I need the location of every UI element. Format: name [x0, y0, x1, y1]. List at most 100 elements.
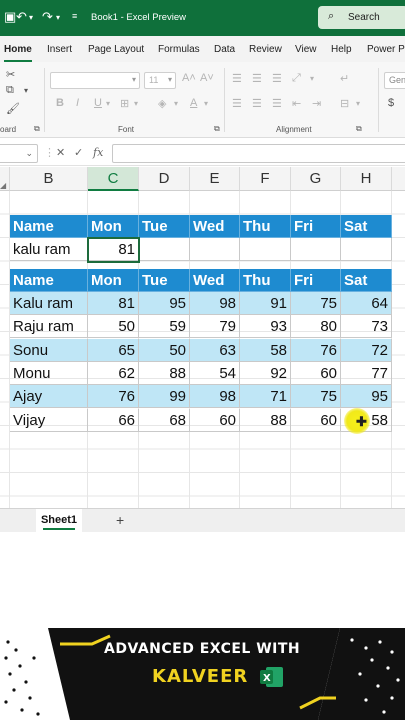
top-align-icon[interactable]: ☰ [232, 72, 242, 85]
table2-cell-e[interactable]: 79 [190, 315, 240, 339]
tab-power-pivot[interactable]: Power Pi [367, 44, 405, 55]
wrap-text-icon[interactable]: ↵ [340, 72, 349, 85]
undo-icon[interactable]: ↶ [16, 9, 27, 25]
cancel-icon[interactable]: ✕ [56, 146, 65, 159]
table2-cell-g[interactable]: 80 [291, 315, 341, 339]
align-center-icon[interactable]: ☰ [252, 97, 262, 110]
orientation-dropdown-icon[interactable]: ▾ [310, 74, 314, 83]
table2-cell-h[interactable]: 72 [341, 338, 392, 362]
table2-header-c[interactable]: Mon [88, 269, 139, 292]
table1-cell-h[interactable] [341, 238, 392, 261]
add-sheet-button[interactable]: + [116, 512, 124, 528]
table2-cell-f[interactable]: 91 [240, 292, 291, 315]
table1-header-e[interactable]: Wed [190, 215, 240, 238]
align-left-icon[interactable]: ☰ [232, 97, 242, 110]
table2-cell-g[interactable]: 75 [291, 292, 341, 315]
table1-header-h[interactable]: Sat [341, 215, 392, 238]
table2-cell-e[interactable]: 63 [190, 338, 240, 362]
save-icon[interactable]: ▣ [4, 9, 16, 25]
table2-cell-e[interactable]: 60 [190, 408, 240, 432]
tab-review[interactable]: Review [249, 44, 282, 55]
font-launcher-icon[interactable]: ⧉ [214, 124, 220, 134]
tab-data[interactable]: Data [214, 44, 235, 55]
table2-cell-c[interactable]: 62 [88, 361, 139, 385]
align-right-icon[interactable]: ☰ [272, 97, 282, 110]
table2-cell-b[interactable]: Monu [10, 361, 88, 385]
customize-toolbar-icon[interactable]: ≡ [72, 11, 77, 21]
borders-dropdown-icon[interactable]: ▾ [134, 99, 138, 108]
clipboard-launcher-icon[interactable]: ⧉ [34, 124, 40, 134]
column-header-c[interactable]: C [88, 167, 139, 191]
table2-cell-g[interactable]: 75 [291, 385, 341, 409]
tab-formulas[interactable]: Formulas [158, 44, 200, 55]
borders-icon[interactable]: ⊞ [120, 97, 129, 110]
table1-cell-e[interactable] [190, 238, 240, 261]
decrease-font-icon[interactable]: A˅ [200, 72, 214, 84]
table1-cell-f[interactable] [240, 238, 291, 261]
search-box[interactable]: ⌕ Search [318, 6, 405, 29]
table2-cell-f[interactable]: 58 [240, 338, 291, 362]
table2-cell-h[interactable]: 73 [341, 315, 392, 339]
table2-cell-g[interactable]: 60 [291, 361, 341, 385]
table2-cell-f[interactable]: 88 [240, 408, 291, 432]
table2-header-g[interactable]: Fri [291, 269, 341, 292]
font-name-dropdown[interactable]: ▾ [50, 72, 140, 89]
increase-indent-icon[interactable]: ⇥ [312, 97, 321, 110]
table1-header-b[interactable]: Name [10, 215, 88, 238]
tab-home[interactable]: Home [4, 44, 32, 55]
undo-dropdown-icon[interactable]: ▾ [29, 13, 33, 22]
tab-insert[interactable]: Insert [47, 44, 72, 55]
table2-cell-d[interactable]: 95 [139, 292, 190, 315]
table2-cell-b[interactable]: Vijay [10, 408, 88, 432]
table2-cell-c[interactable]: 81 [88, 292, 139, 315]
sheet-tab-sheet1[interactable]: Sheet1 [36, 509, 82, 533]
table2-cell-g[interactable]: 60 [291, 408, 341, 432]
font-color-dropdown-icon[interactable]: ▾ [204, 99, 208, 108]
increase-font-icon[interactable]: A˄ [182, 72, 196, 84]
table2-cell-e[interactable]: 54 [190, 361, 240, 385]
table1-cell-b[interactable]: kalu ram [10, 238, 88, 261]
underline-dropdown-icon[interactable]: ▾ [106, 99, 110, 108]
table2-cell-d[interactable]: 88 [139, 361, 190, 385]
table2-cell-d[interactable]: 99 [139, 385, 190, 409]
table1-header-g[interactable]: Fri [291, 215, 341, 238]
table2-cell-h[interactable]: 77 [341, 361, 392, 385]
table2-header-b[interactable]: Name [10, 269, 88, 292]
table2-cell-b[interactable]: Ajay [10, 385, 88, 409]
copy-icon[interactable]: ⧉ [6, 84, 14, 97]
merge-dropdown-icon[interactable]: ▾ [356, 99, 360, 108]
bottom-align-icon[interactable]: ☰ [272, 72, 282, 85]
column-header-f[interactable]: F [240, 167, 291, 191]
table2-cell-b[interactable]: Kalu ram [10, 292, 88, 315]
table1-cell-c[interactable]: 81 [88, 238, 139, 261]
table2-cell-c[interactable]: 76 [88, 385, 139, 409]
table2-header-h[interactable]: Sat [341, 269, 392, 292]
column-header-d[interactable]: D [139, 167, 190, 191]
table2-cell-f[interactable]: 92 [240, 361, 291, 385]
fill-color-dropdown-icon[interactable]: ▾ [174, 99, 178, 108]
table2-cell-b[interactable]: Raju ram [10, 315, 88, 339]
table2-header-d[interactable]: Tue [139, 269, 190, 292]
table2-cell-h[interactable]: 95 [341, 385, 392, 409]
tab-help[interactable]: Help [331, 44, 352, 55]
column-header-h[interactable]: H [341, 167, 392, 191]
number-format-dropdown[interactable]: Gen [384, 72, 405, 89]
table1-header-f[interactable]: Thu [240, 215, 291, 238]
italic-icon[interactable]: I [76, 97, 79, 109]
table2-cell-f[interactable]: 93 [240, 315, 291, 339]
table2-cell-b[interactable]: Sonu [10, 338, 88, 362]
cut-icon[interactable]: ✂ [6, 68, 15, 81]
column-header-g[interactable]: G [291, 167, 341, 191]
table2-cell-c[interactable]: 65 [88, 338, 139, 362]
table2-cell-d[interactable]: 50 [139, 338, 190, 362]
table1-header-d[interactable]: Tue [139, 215, 190, 238]
table2-cell-e[interactable]: 98 [190, 385, 240, 409]
redo-icon[interactable]: ↷ [42, 9, 53, 25]
table1-cell-d[interactable] [139, 238, 190, 261]
fill-color-icon[interactable]: ◈ [158, 97, 166, 110]
orientation-icon[interactable]: ⤢ [292, 72, 301, 85]
tab-page-layout[interactable]: Page Layout [88, 44, 144, 55]
table2-cell-c[interactable]: 50 [88, 315, 139, 339]
font-size-dropdown[interactable]: 11 ▾ [144, 72, 176, 89]
currency-icon[interactable]: $ [388, 97, 394, 109]
